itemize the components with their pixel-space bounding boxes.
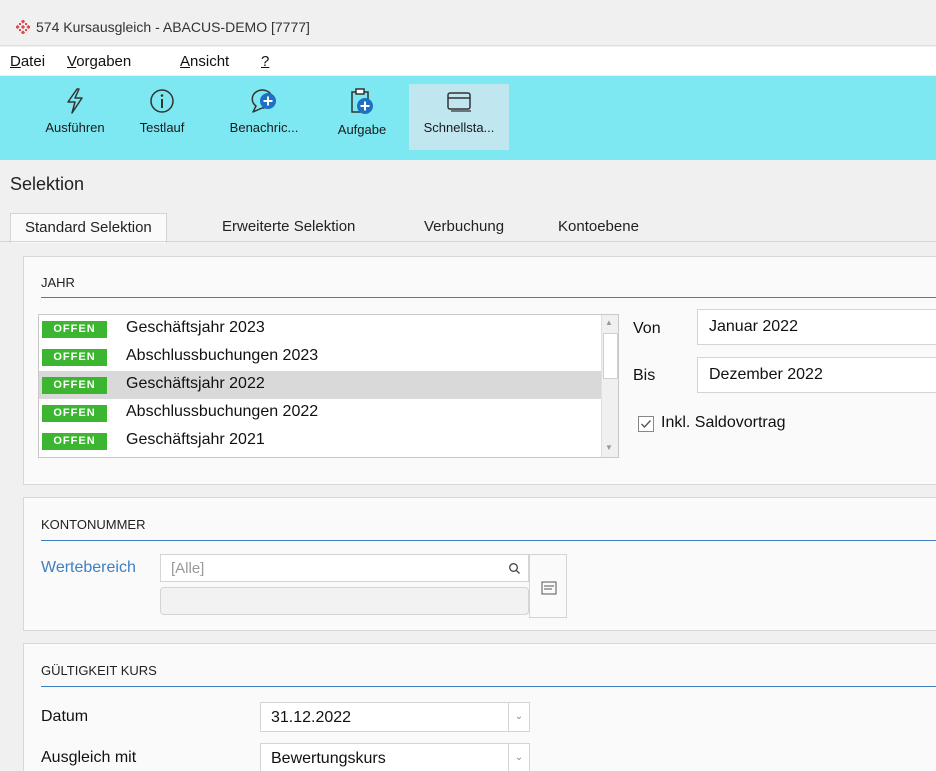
ausfuehren-button[interactable]: Ausführen <box>28 84 122 150</box>
status-badge: OFFEN <box>42 349 107 366</box>
title-bar: 574 Kursausgleich - ABACUS-DEMO [7777] <box>0 0 936 46</box>
tab-kontoebene[interactable]: Kontoebene <box>558 218 639 235</box>
wertebereich-extra-field[interactable] <box>160 587 529 615</box>
tab-erweiterte-selektion[interactable]: Erweiterte Selektion <box>222 218 355 235</box>
menu-help[interactable]: ? <box>261 53 269 70</box>
chat-add-icon <box>251 89 276 113</box>
kontonummer-panel: KONTONUMMER Wertebereich [Alle] <box>23 497 936 631</box>
datum-label: Datum <box>41 708 89 725</box>
saldovortrag-checkbox[interactable] <box>638 416 654 432</box>
aufgabe-button[interactable]: Aufgabe <box>327 84 397 150</box>
saldovortrag-label: Inkl. Saldovortrag <box>661 414 786 431</box>
section-title: Selektion <box>10 174 85 194</box>
menu-vorgaben[interactable]: Vorgaben <box>67 53 131 70</box>
kontonummer-title-line <box>41 540 936 541</box>
list-item-label: Geschäftsjahr 2022 <box>126 375 265 392</box>
list-item[interactable]: OFFEN Geschäftsjahr 2021 <box>39 427 603 455</box>
datum-select[interactable]: 31.12.2022 ⌄ <box>260 702 530 732</box>
clipboard-add-icon <box>351 88 373 114</box>
list-item-label: Geschäftsjahr 2023 <box>126 319 265 336</box>
bis-field[interactable]: Dezember 2022 <box>697 357 936 393</box>
list-item-label: Abschlussbuchungen 2022 <box>126 403 319 420</box>
jahr-panel: JAHR OFFEN Geschäftsjahr 2023 OFFEN Absc… <box>23 256 936 485</box>
jahr-title-line <box>41 297 936 298</box>
ausgleich-mit-label: Ausgleich mit <box>41 749 137 766</box>
jahr-title: JAHR <box>41 275 75 290</box>
datum-value: 31.12.2022 <box>271 709 352 726</box>
wertebereich-label[interactable]: Wertebereich <box>41 559 136 577</box>
list-item[interactable]: OFFEN Geschäftsjahr 2023 <box>39 315 603 343</box>
testlauf-button[interactable]: Testlauf <box>133 84 191 150</box>
list-item[interactable]: OFFEN Abschlussbuchungen 2022 <box>39 399 603 427</box>
scroll-down-icon[interactable]: ▼ <box>605 443 613 452</box>
search-icon[interactable] <box>508 562 522 576</box>
year-list[interactable]: OFFEN Geschäftsjahr 2023 OFFEN Abschluss… <box>38 314 619 458</box>
status-badge: OFFEN <box>42 405 107 422</box>
lightning-icon <box>67 88 83 114</box>
list-item[interactable]: OFFEN Geschäftsjahr 2022 <box>39 371 603 399</box>
wertebereich-placeholder: [Alle] <box>171 560 205 577</box>
menu-ansicht[interactable]: Ansicht <box>180 53 229 70</box>
toolbar: Ausführen Testlauf Benachric... Aufgabe <box>0 76 936 160</box>
tab-bar: Standard Selektion Erweiterte Selektion … <box>0 210 936 243</box>
wertebereich-input[interactable]: [Alle] <box>160 554 529 582</box>
ausgleich-mit-value: Bewertungskurs <box>271 750 386 767</box>
wertebereich-options-button[interactable] <box>529 554 567 618</box>
status-badge: OFFEN <box>42 377 107 394</box>
tab-verbuchung[interactable]: Verbuchung <box>424 218 504 235</box>
scroll-up-icon[interactable]: ▲ <box>605 318 613 327</box>
list-options-icon <box>541 581 557 595</box>
tab-divider <box>0 241 936 242</box>
status-badge: OFFEN <box>42 321 107 338</box>
schnellstart-button[interactable]: Schnellsta... <box>409 84 509 150</box>
list-item-label: Abschlussbuchungen 2023 <box>126 347 319 364</box>
gueltigkeit-kurs-panel: GÜLTIGKEIT KURS Datum 31.12.2022 ⌄ Ausgl… <box>23 643 936 771</box>
gueltigkeit-kurs-title: GÜLTIGKEIT KURS <box>41 663 157 678</box>
list-scrollbar[interactable]: ▲ ▼ <box>601 315 618 457</box>
menu-datei[interactable]: Datei <box>10 53 45 70</box>
window-icon <box>447 92 471 112</box>
von-label: Von <box>633 320 661 337</box>
window-title: 574 Kursausgleich - ABACUS-DEMO [7777] <box>36 19 310 35</box>
benachrichtigung-button[interactable]: Benachric... <box>218 84 310 150</box>
chevron-down-icon[interactable]: ⌄ <box>508 744 529 771</box>
gueltigkeit-kurs-title-line <box>41 686 936 687</box>
bis-label: Bis <box>633 367 656 384</box>
von-field[interactable]: Januar 2022 <box>697 309 936 345</box>
menu-bar: Datei Vorgaben Ansicht ? <box>0 47 936 75</box>
list-item-label: Geschäftsjahr 2021 <box>126 431 265 448</box>
ausgleich-mit-select[interactable]: Bewertungskurs ⌄ <box>260 743 530 771</box>
list-item[interactable]: OFFEN Abschlussbuchungen 2023 <box>39 343 603 371</box>
info-icon <box>150 89 174 113</box>
app-logo-icon <box>16 20 30 34</box>
kontonummer-title: KONTONUMMER <box>41 517 146 532</box>
status-badge: OFFEN <box>42 433 107 450</box>
scroll-thumb[interactable] <box>603 333 618 379</box>
checkmark-icon <box>641 420 652 429</box>
chevron-down-icon[interactable]: ⌄ <box>508 703 529 731</box>
tab-standard-selektion[interactable]: Standard Selektion <box>10 213 167 243</box>
